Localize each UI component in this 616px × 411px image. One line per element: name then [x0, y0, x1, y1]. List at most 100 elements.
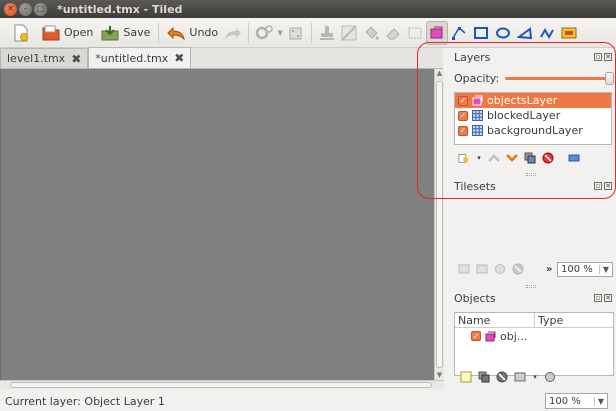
more-tools-button[interactable]: » [546, 264, 552, 275]
vertical-scrollbar[interactable]: ▲ ▼ [434, 69, 444, 380]
close-panel-icon[interactable]: ✕ [604, 294, 612, 302]
duplicate-layer-button[interactable] [524, 152, 536, 164]
terrain-brush-icon [341, 25, 357, 40]
layer-name: blockedLayer [487, 109, 561, 122]
close-panel-icon[interactable]: ✕ [604, 53, 612, 61]
close-tab-icon[interactable]: ✖ [174, 51, 184, 65]
layer-toolbar: ▾ [458, 152, 580, 164]
opacity-slider-handle[interactable] [605, 71, 614, 85]
export-icon [476, 264, 488, 274]
right-dock: Layers ▫ ✕ Opacity: ✓ objectsLayer ✓ blo… [446, 48, 616, 391]
layer-row-objects[interactable]: ✓ objectsLayer [455, 93, 611, 108]
remove-layer-button[interactable] [542, 152, 554, 164]
move-to-layer-button[interactable] [514, 371, 526, 383]
panel-splitter[interactable] [526, 285, 536, 288]
gears-icon [255, 24, 273, 39]
insert-polygon-button[interactable] [514, 21, 536, 45]
chevron-down-icon[interactable]: ▾ [476, 152, 482, 164]
layer-visibility-checkbox[interactable]: ✓ [458, 110, 468, 121]
insert-polyline-button[interactable] [536, 21, 558, 45]
stamp-icon [320, 25, 335, 40]
column-header-name[interactable]: Name [455, 313, 535, 327]
random-mode-button[interactable] [285, 21, 307, 45]
add-object-layer-button[interactable] [460, 371, 472, 383]
import-icon [458, 264, 470, 274]
opacity-slider[interactable] [505, 71, 614, 85]
lower-layer-button[interactable] [506, 152, 518, 164]
new-button[interactable] [8, 21, 38, 45]
tab-level1[interactable]: level1.tmx ✖ [0, 48, 89, 68]
close-window-button[interactable]: ✕ [4, 2, 17, 16]
column-header-type[interactable]: Type [535, 313, 563, 327]
bucket-fill-button[interactable] [360, 21, 382, 45]
toolbar-separator [158, 22, 160, 43]
chevron-down-icon[interactable]: ▼ [598, 265, 609, 274]
insert-tile-button[interactable] [558, 21, 580, 45]
raise-layer-button[interactable] [488, 152, 500, 164]
select-objects-button[interactable] [426, 20, 449, 45]
object-properties-button[interactable] [544, 371, 556, 383]
tab-label: *untitled.tmx [95, 51, 169, 65]
maximize-window-button[interactable]: □ [34, 2, 47, 16]
zoom-combo[interactable]: 100 % ▼ [545, 393, 608, 409]
tileset-zoom-combo[interactable]: 100 % ▼ [557, 262, 613, 277]
add-layer-button[interactable] [458, 152, 470, 164]
insert-ellipse-button[interactable] [492, 21, 514, 45]
opacity-row: Opacity: [454, 71, 614, 85]
add-object-layer-icon [460, 371, 472, 383]
scroll-down-icon[interactable]: ▼ [435, 371, 444, 380]
layer-name: backgroundLayer [487, 124, 583, 137]
float-panel-icon[interactable]: ▫ [594, 294, 602, 302]
rect-select-button[interactable] [404, 21, 426, 45]
objects-table-header: Name Type [455, 313, 613, 328]
edit-polygons-button[interactable] [448, 21, 470, 45]
toggle-other-layers-button[interactable] [568, 152, 580, 164]
tileset-toolbar [458, 263, 524, 275]
command-dropdown[interactable]: ▼ [275, 21, 285, 45]
save-button[interactable]: Save [97, 21, 154, 45]
export-tileset-button[interactable] [476, 263, 488, 275]
chevron-down-icon[interactable]: ▼ [593, 396, 604, 406]
close-panel-icon[interactable]: ✕ [604, 182, 612, 190]
chevron-up-icon [488, 154, 500, 162]
float-panel-icon[interactable]: ▫ [594, 53, 602, 61]
layer-visibility-checkbox[interactable]: ✓ [458, 95, 468, 106]
chevron-down-icon[interactable]: ▾ [532, 371, 538, 383]
select-objects-icon [430, 26, 443, 38]
layer-row-background[interactable]: ✓ backgroundLayer [455, 123, 611, 138]
panel-splitter[interactable] [526, 173, 536, 176]
layer-visibility-checkbox[interactable]: ✓ [458, 125, 468, 136]
duplicate-object-button[interactable] [478, 371, 490, 383]
minimize-window-button[interactable]: – [19, 2, 32, 16]
terrain-brush-button[interactable] [338, 21, 360, 45]
float-panel-icon[interactable]: ▫ [594, 182, 602, 190]
map-canvas[interactable] [0, 69, 434, 380]
undo-button[interactable]: Undo [163, 21, 222, 45]
command-button[interactable] [253, 21, 275, 45]
eraser-button[interactable] [382, 21, 404, 45]
stamp-tool-button[interactable] [316, 21, 338, 45]
window-controls: ✕ – □ [4, 2, 47, 16]
insert-rectangle-button[interactable] [470, 21, 492, 45]
import-tileset-button[interactable] [458, 263, 470, 275]
tileset-properties-button[interactable] [494, 263, 506, 275]
horizontal-scroll-thumb[interactable] [10, 382, 432, 388]
new-file-icon [12, 24, 30, 42]
redo-button[interactable] [222, 21, 244, 45]
open-label: Open [64, 26, 94, 39]
save-label: Save [123, 26, 151, 39]
vertical-scroll-thumb[interactable] [436, 81, 443, 368]
polyline-icon [540, 27, 555, 39]
remove-tileset-button[interactable] [512, 263, 524, 275]
object-visibility-checkbox[interactable]: ✓ [471, 331, 481, 341]
remove-object-button[interactable] [496, 371, 508, 383]
layer-row-blocked[interactable]: ✓ blockedLayer [455, 108, 611, 123]
table-row[interactable]: ✓ obj... [455, 328, 613, 344]
eraser-icon [386, 27, 400, 39]
close-tab-icon[interactable]: ✖ [71, 52, 81, 66]
status-bar: Current layer: Object Layer 1 100 % ▼ [0, 391, 616, 411]
horizontal-scrollbar[interactable] [0, 380, 444, 389]
scroll-up-icon[interactable]: ▲ [435, 69, 444, 78]
tab-untitled[interactable]: *untitled.tmx ✖ [88, 47, 192, 68]
open-button[interactable]: Open [38, 21, 97, 45]
